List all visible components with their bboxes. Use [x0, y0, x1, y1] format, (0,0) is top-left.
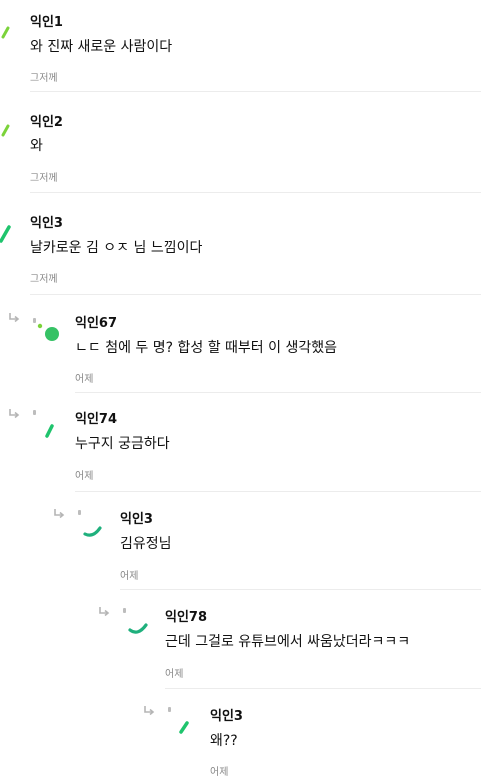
divider [30, 294, 481, 295]
comment-item: 익인3 왜?? 어제 [0, 697, 481, 778]
comment-text: 와 [30, 138, 43, 154]
comment-time: 그저께 [30, 274, 58, 285]
divider [75, 392, 481, 393]
divider [120, 589, 481, 590]
comment-text: ㄴㄷ 첨에 두 명? 합성 할 때부터 이 생각했음 [75, 340, 337, 356]
comment-author[interactable]: 익인3 [120, 508, 153, 527]
comment-text: 날카로운 김 ㅇㅈ 님 느낌이다 [30, 240, 203, 256]
comment-time: 어제 [120, 571, 139, 582]
comment-author[interactable]: 익인2 [30, 111, 63, 130]
comment-time: 그저께 [30, 173, 58, 184]
divider [75, 491, 481, 492]
reply-arrow-icon [54, 509, 65, 519]
reply-arrow-icon [144, 706, 155, 716]
comment-author[interactable]: 익인1 [30, 11, 63, 30]
avatar-icon[interactable] [30, 408, 62, 440]
avatar-icon[interactable] [165, 705, 197, 737]
avatar-icon[interactable] [0, 219, 20, 243]
divider [165, 688, 481, 689]
avatar-icon[interactable] [30, 318, 62, 344]
comment-time: 어제 [75, 374, 94, 385]
comment-author[interactable]: 익인67 [75, 312, 117, 331]
comment-item: 익인67 ㄴㄷ 첨에 두 명? 합성 할 때부터 이 생각했음 어제 [0, 304, 481, 393]
comment-time: 그저께 [30, 73, 58, 84]
comment-text: 와 진짜 새로운 사람이다 [30, 39, 173, 55]
avatar-icon[interactable] [0, 114, 20, 138]
comment-time: 어제 [75, 471, 94, 482]
comment-text: 근데 그걸로 유튜브에서 싸움났더라ㅋㅋㅋ [165, 634, 411, 650]
comment-item: 익인78 근데 그걸로 유튜브에서 싸움났더라ㅋㅋㅋ 어제 [0, 598, 481, 689]
divider [30, 192, 481, 193]
comment-item: 익인3 날카로운 김 ㅇㅈ 님 느낌이다 그저께 [0, 203, 481, 295]
comment-author[interactable]: 익인74 [75, 408, 117, 427]
divider [30, 91, 481, 92]
comment-item: 익인3 김유정님 어제 [0, 500, 481, 590]
comment-text: 누구지 궁금하다 [75, 436, 170, 452]
avatar-icon[interactable] [0, 16, 20, 40]
comment-text: 김유정님 [120, 536, 172, 552]
comment-author[interactable]: 익인3 [30, 212, 63, 231]
avatar-icon[interactable] [75, 508, 107, 540]
comment-author[interactable]: 익인3 [210, 705, 243, 724]
reply-arrow-icon [9, 313, 20, 323]
reply-arrow-icon [9, 409, 20, 419]
avatar-icon[interactable] [120, 606, 152, 638]
comment-author[interactable]: 익인78 [165, 606, 207, 625]
comment-item: 익인1 와 진짜 새로운 사람이다 그저께 [0, 0, 481, 92]
reply-arrow-icon [99, 607, 110, 617]
comment-item: 익인74 누구지 궁금하다 어제 [0, 400, 481, 492]
comment-time: 어제 [165, 669, 184, 680]
comment-text: 왜?? [210, 733, 238, 749]
comment-item: 익인2 와 그저께 [0, 101, 481, 193]
